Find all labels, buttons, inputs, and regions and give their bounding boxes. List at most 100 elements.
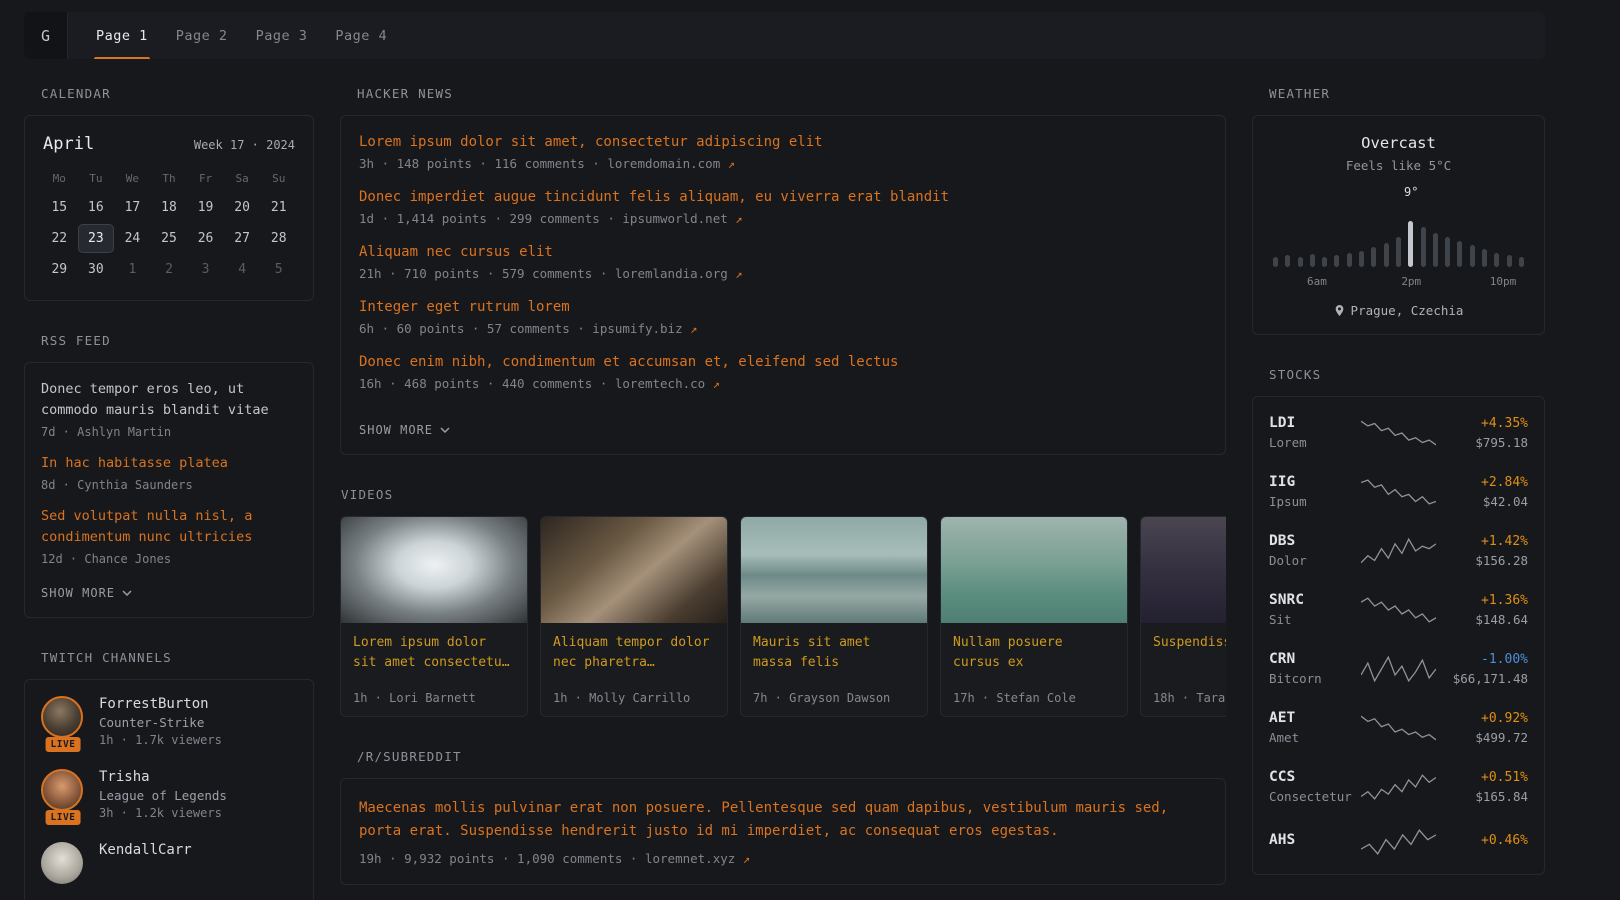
calendar-day: 30 (78, 255, 115, 284)
live-badge: LIVE (46, 737, 81, 752)
rss-item-link[interactable]: Donec tempor eros leo, ut commodo mauris… (41, 379, 297, 421)
stock-sparkline (1361, 596, 1436, 624)
stock-row[interactable]: IIGIpsum +2.84%$42.04 (1269, 462, 1528, 521)
stock-change: +1.42% (1436, 534, 1528, 549)
video-card[interactable]: Lorem ipsum dolor sit amet consectetu… 1… (340, 516, 528, 717)
external-link-icon[interactable]: ↗ (743, 852, 750, 866)
hackernews-section: HACKER NEWS Lorem ipsum dolor sit amet, … (340, 86, 1226, 455)
external-link-icon[interactable]: ↗ (735, 212, 742, 226)
hn-story-link[interactable]: Donec imperdiet augue tincidunt felis al… (359, 189, 1207, 205)
stock-change: +1.36% (1436, 593, 1528, 608)
stock-price: $148.64 (1436, 612, 1528, 627)
calendar-day: 18 (151, 193, 188, 222)
stock-row[interactable]: LDILorem +4.35%$795.18 (1269, 403, 1528, 462)
weather-hour-bar (1494, 253, 1499, 267)
left-column: CALENDAR April Week 17 · 2024 Mo Tu We T… (24, 86, 314, 900)
stock-price: $156.28 (1436, 553, 1528, 568)
external-link-icon[interactable]: ↗ (713, 377, 720, 391)
calendar-month-label: April (43, 134, 94, 154)
video-title-link[interactable]: Lorem ipsum dolor sit amet consectetu… (341, 623, 527, 672)
twitch-channel-row[interactable]: LIVE Trisha League of Legends 3h · 1.2k … (41, 769, 297, 820)
weather-hour-bar (1421, 227, 1426, 267)
video-title-link[interactable]: Mauris sit amet massa felis (741, 623, 927, 672)
stock-price: $42.04 (1436, 494, 1528, 509)
hn-meta-text: 3h · 148 points · 116 comments · loremdo… (359, 156, 720, 171)
channel-name: ForrestBurton (99, 696, 222, 712)
video-thumbnail (741, 517, 927, 623)
twitch-channel-row[interactable]: KendallCarr (41, 842, 297, 884)
rss-item-link[interactable]: Sed volutpat nulla nisl, a condimentum n… (41, 506, 297, 548)
stock-row[interactable]: DBSDolor +1.42%$156.28 (1269, 521, 1528, 580)
weather-hour-bar (1470, 245, 1475, 267)
hn-story-link[interactable]: Donec enim nibh, condimentum et accumsan… (359, 354, 1207, 370)
weather-hour-bar (1457, 241, 1462, 267)
stock-change: -1.00% (1436, 652, 1528, 667)
day-header: Tu (78, 164, 115, 191)
tab-page-1[interactable]: Page 1 (94, 12, 150, 59)
location-pin-icon (1334, 304, 1345, 317)
stock-sparkline (1361, 419, 1436, 447)
stock-row[interactable]: AHS +0.46% (1269, 816, 1528, 868)
hn-story-link[interactable]: Aliquam nec cursus elit (359, 244, 1207, 260)
video-card[interactable]: Nullam posuere cursus ex 17h · Stefan Co… (940, 516, 1128, 717)
rss-show-more-button[interactable]: SHOW MORE (41, 586, 132, 600)
calendar-day-next-month: 4 (224, 255, 261, 284)
hn-story-link[interactable]: Lorem ipsum dolor sit amet, consectetur … (359, 134, 1207, 150)
stock-symbol: LDI (1269, 415, 1361, 431)
external-link-icon[interactable]: ↗ (690, 322, 697, 336)
calendar-day-next-month: 3 (187, 255, 224, 284)
hn-story-meta: 6h · 60 points · 57 comments · ipsumify.… (359, 321, 1207, 336)
weather-hour-bar (1359, 251, 1364, 267)
video-card[interactable]: Mauris sit amet massa felis 7h · Grayson… (740, 516, 928, 717)
twitch-section-title: TWITCH CHANNELS (41, 650, 314, 665)
video-card[interactable]: Aliquam tempor dolor nec pharetra… 1h · … (540, 516, 728, 717)
video-thumbnail (1141, 517, 1226, 623)
twitch-channel-row[interactable]: LIVE ForrestBurton Counter-Strike 1h · 1… (41, 696, 297, 747)
video-title-link[interactable]: Aliquam tempor dolor nec pharetra… (541, 623, 727, 672)
external-link-icon[interactable]: ↗ (728, 157, 735, 171)
stock-row[interactable]: CCSConsectetur +0.51%$165.84 (1269, 757, 1528, 816)
stock-sparkline (1361, 537, 1436, 565)
weather-bars: 9° (1271, 187, 1526, 267)
video-title-link[interactable]: Suspendisse diam (1141, 623, 1226, 653)
video-title-link[interactable]: Nullam posuere cursus ex (941, 623, 1127, 672)
hn-story-link[interactable]: Integer eget rutrum lorem (359, 299, 1207, 315)
stock-sparkline (1361, 828, 1436, 856)
twitch-section: TWITCH CHANNELS LIVE ForrestBurton Count… (24, 650, 314, 900)
hn-meta-text: 6h · 60 points · 57 comments · ipsumify.… (359, 321, 683, 336)
stock-row[interactable]: AETAmet +0.92%$499.72 (1269, 698, 1528, 757)
video-card[interactable]: Suspendisse diam 18h · Tara (1140, 516, 1226, 717)
channel-avatar (41, 842, 83, 884)
calendar-day-next-month: 2 (151, 255, 188, 284)
tab-page-3[interactable]: Page 3 (254, 12, 310, 59)
stock-row[interactable]: SNRCSit +1.36%$148.64 (1269, 580, 1528, 639)
tab-page-4[interactable]: Page 4 (333, 12, 389, 59)
weather-time-label: 2pm (1401, 275, 1421, 288)
calendar-day: 26 (187, 224, 224, 253)
channel-name: KendallCarr (99, 842, 192, 858)
header-bar: G Page 1 Page 2 Page 3 Page 4 (24, 12, 1545, 59)
app-logo[interactable]: G (24, 12, 68, 59)
stock-row[interactable]: CRNBitcorn -1.00%$66,171.48 (1269, 639, 1528, 698)
tab-page-2[interactable]: Page 2 (174, 12, 230, 59)
subreddit-widget: Maecenas mollis pulvinar erat non posuer… (340, 778, 1226, 885)
video-meta: 17h · Stefan Cole (941, 691, 1127, 716)
rss-item-meta: 7d · Ashlyn Martin (41, 425, 297, 439)
twitch-widget: LIVE ForrestBurton Counter-Strike 1h · 1… (24, 679, 314, 900)
video-meta: 1h · Molly Carrillo (541, 691, 727, 716)
external-link-icon[interactable]: ↗ (735, 267, 742, 281)
avatar: LIVE (41, 769, 85, 820)
weather-hour-bar (1408, 221, 1413, 267)
stock-change: +0.46% (1436, 833, 1528, 848)
calendar-day-next-month: 5 (260, 255, 297, 284)
calendar-day-selected: 23 (78, 224, 115, 253)
hn-show-more-button[interactable]: SHOW MORE (359, 423, 450, 437)
weather-location-label: Prague, Czechia (1351, 303, 1464, 318)
subreddit-post-link[interactable]: Maecenas mollis pulvinar erat non posuer… (359, 797, 1207, 843)
videos-section-title: VIDEOS (341, 487, 1226, 502)
channel-avatar (41, 696, 83, 738)
hackernews-widget: Lorem ipsum dolor sit amet, consectetur … (340, 115, 1226, 455)
rss-item-link[interactable]: In hac habitasse platea (41, 453, 297, 474)
weather-hour-bar (1285, 255, 1290, 267)
subreddit-section-title: /R/SUBREDDIT (357, 749, 1226, 764)
